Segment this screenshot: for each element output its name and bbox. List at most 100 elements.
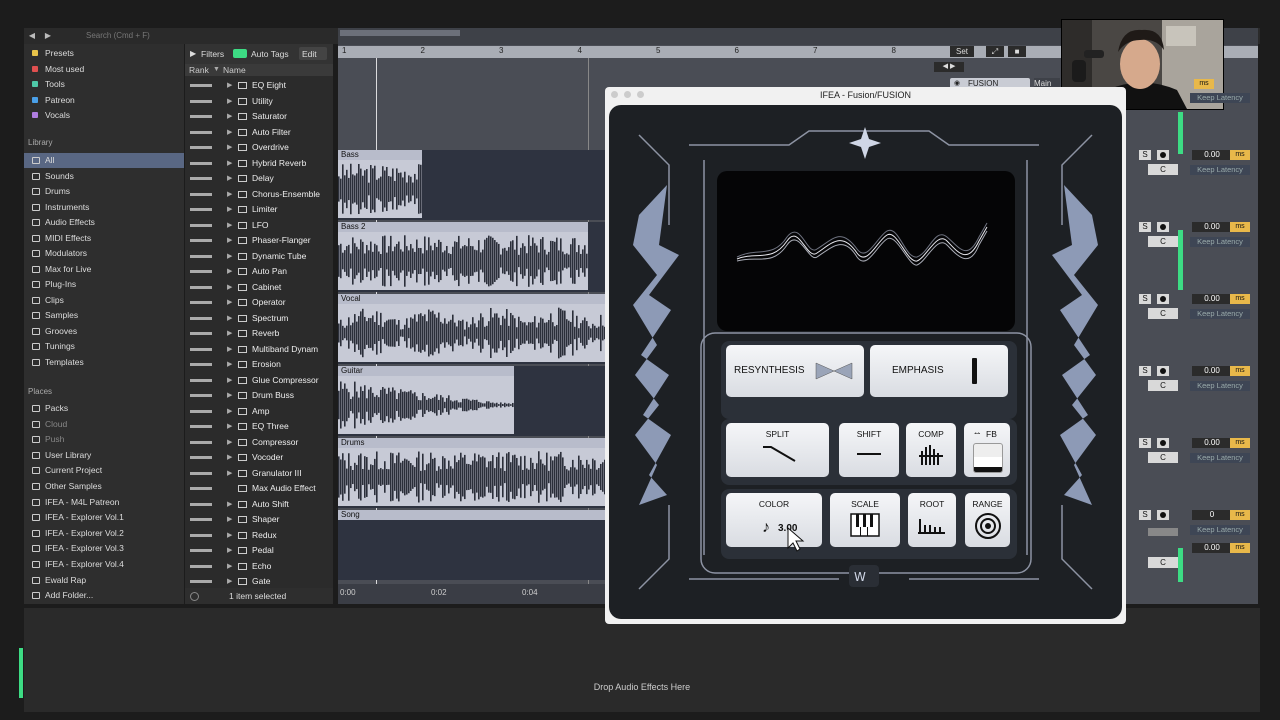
clip-name[interactable]: Drums [338,438,606,448]
delay-unit-button[interactable]: ms [1230,366,1250,376]
filters-button[interactable]: Filters [201,49,224,59]
expand-arrow-icon[interactable]: ▶ [227,140,232,155]
volume-value[interactable]: 0.00 [1192,366,1232,376]
expand-arrow-icon[interactable]: ▶ [227,435,232,450]
resynthesis-button[interactable]: RESYNTHESIS [726,345,864,397]
delay-unit-button[interactable]: ms [1230,438,1250,448]
keep-latency-toggle[interactable]: Keep Latency [1190,381,1250,391]
rank-column[interactable]: Rank [189,64,209,76]
emphasis-button[interactable]: EMPHASIS [870,345,1008,397]
delay-unit-button[interactable]: ms [1194,79,1214,89]
place-item[interactable]: Ewald Rap [24,573,184,588]
place-item[interactable]: IFEA - Explorer Vol.3 [24,541,184,556]
expand-arrow-icon[interactable]: ▶ [227,295,232,310]
nav-arrows-icon[interactable]: ◀ ▶ [934,62,964,72]
list-item[interactable]: ▶ EQ Eight [185,78,333,94]
place-item[interactable]: Packs [24,401,184,416]
volume-value[interactable]: 0 [1192,510,1232,520]
place-item[interactable]: Cloud [24,417,184,432]
pan-control[interactable]: C [1148,236,1178,247]
list-item[interactable]: ▶ Cabinet [185,280,333,296]
place-item[interactable]: Current Project [24,463,184,478]
volume-value[interactable]: 0.00 [1192,294,1232,304]
forward-icon[interactable]: ▶ [42,30,54,42]
library-item[interactable]: Sounds [24,169,184,184]
track-lane[interactable] [338,510,606,580]
delay-unit-button[interactable]: ms [1230,222,1250,232]
list-item[interactable]: ▶ Vocoder [185,450,333,466]
volume-value[interactable]: 0.00 [1192,150,1232,160]
expand-arrow-icon[interactable]: ▶ [227,404,232,419]
list-item[interactable]: ▶ Auto Pan [185,264,333,280]
expand-arrow-icon[interactable]: ▶ [227,187,232,202]
place-item[interactable]: Add Folder... [24,588,184,603]
lock-icon[interactable]: ■ [1008,46,1026,57]
expand-arrow-icon[interactable]: ▶ [227,528,232,543]
solo-button[interactable]: S [1139,438,1151,448]
name-column[interactable]: Name [223,64,246,76]
list-item[interactable]: ▶ Spectrum [185,311,333,327]
audio-waveform[interactable] [338,304,606,362]
library-item[interactable]: Instruments [24,200,184,215]
arm-button[interactable] [1157,510,1169,520]
audio-waveform[interactable] [338,376,514,434]
library-item[interactable]: Clips [24,293,184,308]
expand-arrow-icon[interactable]: ▶ [227,156,232,171]
keep-latency-toggle[interactable]: Keep Latency [1190,453,1250,463]
time-ruler[interactable]: 0:00 0:02 0:04 [338,584,606,604]
expand-arrow-icon[interactable]: ▶ [227,450,232,465]
list-item[interactable]: ▶ Granulator III [185,466,333,482]
library-item[interactable]: Audio Effects [24,215,184,230]
clip-name[interactable]: Song [338,510,606,520]
list-item[interactable]: ▶ Operator [185,295,333,311]
expand-icon[interactable]: ⤢ [986,46,1004,57]
library-item[interactable]: Plug-Ins [24,277,184,292]
library-item[interactable]: Tunings [24,339,184,354]
list-item[interactable]: Max Audio Effect [185,481,333,497]
drop-zone[interactable]: Drop Audio Effects Here [24,682,1260,692]
list-item[interactable]: ▶ Hybrid Reverb [185,156,333,172]
place-item[interactable]: IFEA - Explorer Vol.2 [24,526,184,541]
library-item[interactable]: Samples [24,308,184,323]
list-item[interactable]: ▶ Amp [185,404,333,420]
place-item[interactable]: Push [24,432,184,447]
expand-arrow-icon[interactable]: ▶ [227,94,232,109]
volume-value[interactable]: 0.00 [1192,438,1232,448]
place-item[interactable]: IFEA - M4L Patreon [24,495,184,510]
collection-item[interactable]: Most used [24,62,184,77]
list-item[interactable]: ▶ Echo [185,559,333,575]
sort-icon[interactable]: ▼ [213,64,220,76]
expand-arrow-icon[interactable]: ▶ [227,202,232,217]
audio-waveform[interactable] [338,160,422,218]
collection-item[interactable]: Patreon [24,93,184,108]
library-item[interactable]: Max for Live [24,262,184,277]
expand-arrow-icon[interactable]: ▶ [227,559,232,574]
list-item[interactable]: ▶ Redux [185,528,333,544]
autotags-button[interactable]: Auto Tags [251,49,289,59]
delay-unit-button[interactable]: ms [1230,543,1250,553]
delay-unit-button[interactable]: ms [1230,510,1250,520]
expand-arrow-icon[interactable]: ▶ [227,373,232,388]
color-knob[interactable]: COLOR ♪ 3.00 [726,493,822,552]
place-item[interactable]: IFEA - Explorer Vol.4 [24,557,184,572]
list-item[interactable]: ▶ Phaser-Flanger [185,233,333,249]
expand-arrow-icon[interactable]: ▶ [227,171,232,186]
library-item[interactable]: Modulators [24,246,184,261]
expand-arrow-icon[interactable]: ▶ [227,311,232,326]
list-item[interactable]: ▶ Reverb [185,326,333,342]
range-button[interactable]: RANGE [965,493,1010,547]
expand-arrow-icon[interactable]: ▶ [227,512,232,527]
pan-control[interactable]: C [1148,308,1178,319]
list-item[interactable]: ▶ Glue Compressor [185,373,333,389]
expand-arrow-icon[interactable]: ▶ [227,466,232,481]
audio-waveform[interactable] [338,448,606,506]
expand-arrow-icon[interactable]: ▶ [227,249,232,264]
shift-button[interactable]: SHIFT [839,423,899,477]
library-item[interactable]: MIDI Effects [24,231,184,246]
list-item[interactable]: ▶ Erosion [185,357,333,373]
place-item[interactable]: Other Samples [24,479,184,494]
preview-icon[interactable] [190,592,199,601]
autotags-icon[interactable] [233,49,247,58]
keep-latency-toggle[interactable]: Keep Latency [1190,525,1250,535]
list-item[interactable]: ▶ Saturator [185,109,333,125]
